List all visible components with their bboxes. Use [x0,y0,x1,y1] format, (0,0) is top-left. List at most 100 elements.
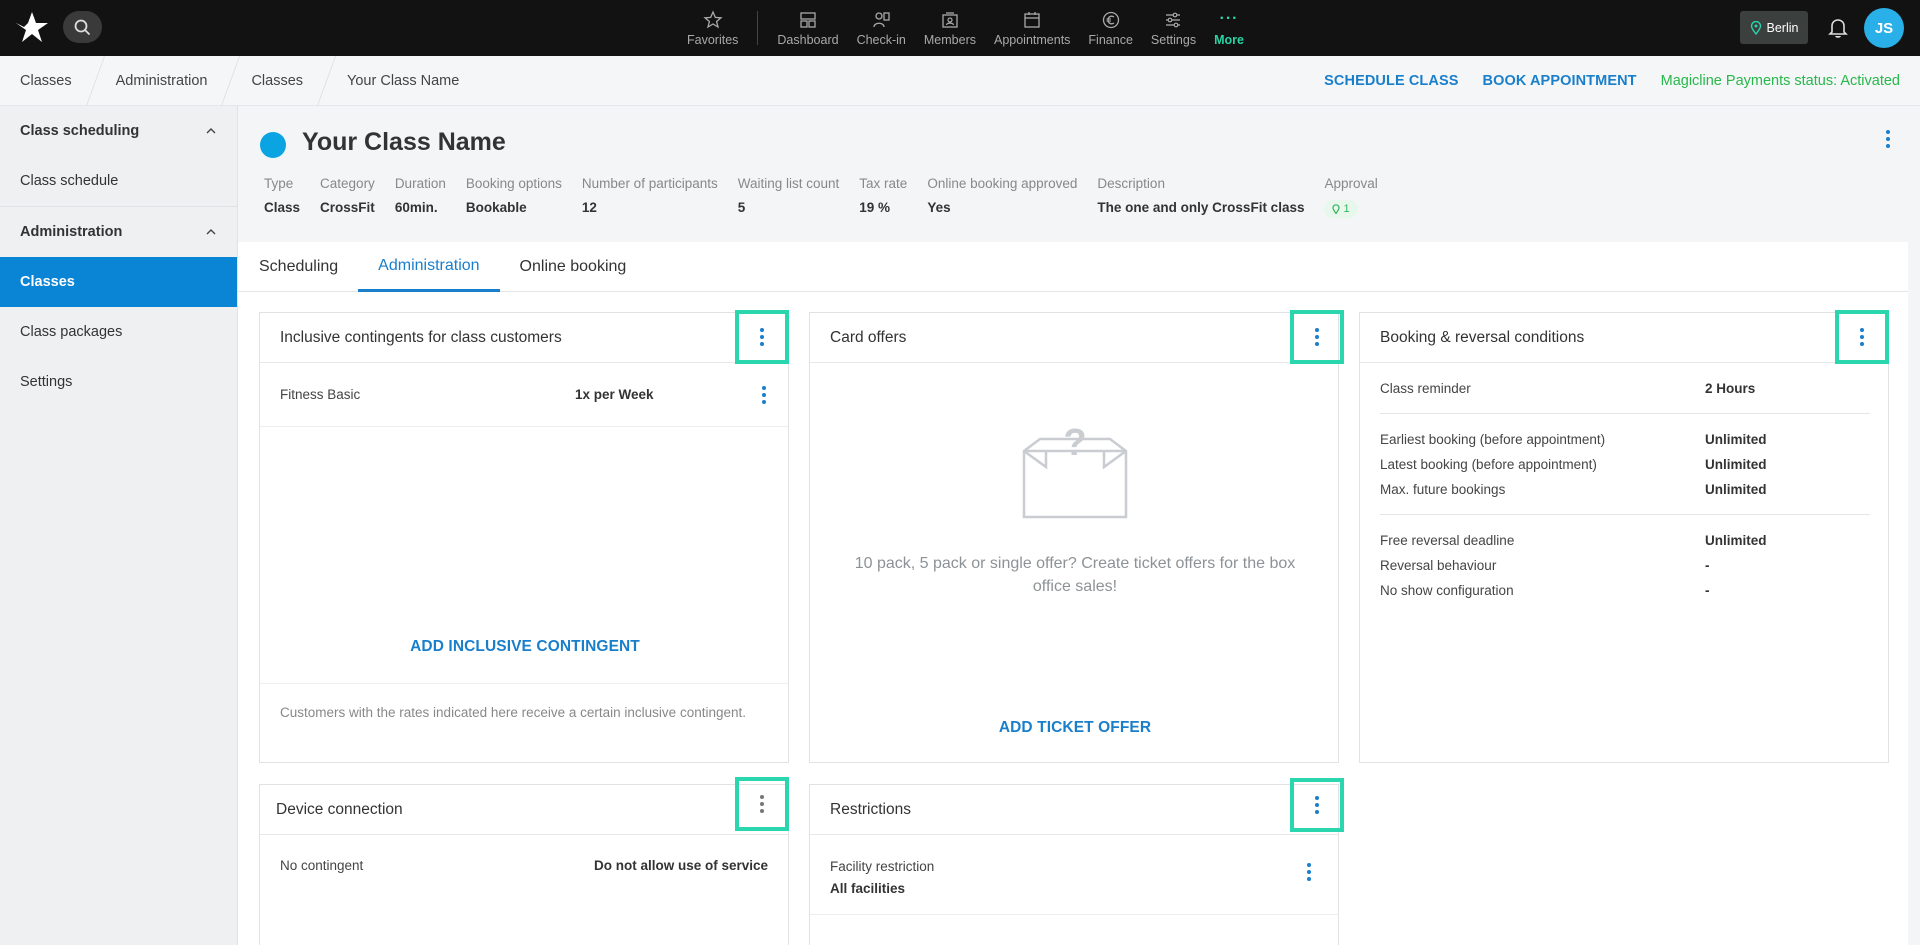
breadcrumb-item[interactable]: Classes [0,56,96,106]
contingent-name: Fitness Basic [280,387,361,402]
condition-value: Unlimited [1705,533,1767,548]
card-header: Device connection [260,777,789,835]
tab-administration[interactable]: Administration [358,242,500,292]
kebab-menu-icon [1860,328,1864,346]
nav-favorites[interactable]: Favorites [678,0,747,56]
sidebar-item-class-packages[interactable]: Class packages [0,307,237,357]
add-inclusive-contingent-button[interactable]: ADD INCLUSIVE CONTINGENT [260,638,790,656]
meta-key: Category [320,176,375,191]
condition-row: Class reminder 2 Hours [1380,376,1870,401]
condition-key: Reversal behaviour [1380,558,1497,573]
card-offers-options-button[interactable] [1290,310,1344,364]
members-icon [942,11,958,28]
class-options-button[interactable] [1876,124,1900,154]
location-label: Berlin [1766,20,1799,35]
meta-key: Tax rate [859,176,908,191]
calendar-icon [1024,11,1040,28]
meta-key: Type [264,176,294,191]
card-title: Device connection [276,800,403,818]
sidebar-group-administration[interactable]: Administration [0,207,237,257]
nav-dashboard[interactable]: Dashboard [768,0,847,56]
schedule-class-button[interactable]: SCHEDULE CLASS [1324,73,1458,89]
meta-key: Booking options [465,176,562,191]
nav-more[interactable]: ··· More [1205,0,1253,56]
list-item: Fitness Basic 1x per Week [260,363,788,427]
condition-value: 2 Hours [1705,381,1756,396]
condition-value: Unlimited [1705,482,1767,497]
star-logo-icon[interactable] [14,10,50,46]
book-appointment-button[interactable]: BOOK APPOINTMENT [1483,73,1637,89]
booking-options-button[interactable] [1835,310,1889,364]
breadcrumb-item[interactable]: Classes [231,56,327,106]
device-contingent-name: No contingent [280,857,364,873]
nav-finance[interactable]: Finance [1079,0,1141,56]
meta-approval: Approval 1 [1324,176,1378,218]
sidebar: Class scheduling Class schedule Administ… [0,106,238,945]
condition-value: Unlimited [1705,432,1767,447]
condition-value: - [1705,583,1710,598]
contingents-options-button[interactable] [735,310,789,364]
card-restrictions: Restrictions Facility restriction All fa… [809,778,1344,945]
sidebar-item-settings[interactable]: Settings [0,357,237,407]
meta-type: Type Class [264,176,300,218]
restrictions-options-button[interactable] [1290,778,1344,832]
meta-value: 60min. [394,200,438,215]
nav-members[interactable]: Members [915,0,985,56]
user-avatar[interactable]: JS [1864,8,1904,48]
approval-badge: 1 [1324,200,1358,218]
check-in-icon [873,11,890,27]
breadcrumb: Classes Administration Classes Your Clas… [0,56,483,106]
card-inclusive-contingents: Inclusive contingents for class customer… [259,310,790,763]
search-button[interactable] [63,11,102,43]
meta-value: CrossFit [320,200,375,215]
card-title: Restrictions [830,800,911,818]
card-header: Booking & reversal conditions [1360,310,1889,364]
contingent-value: 1x per Week [575,387,654,402]
meta-tax-rate: Tax rate 19 % [859,176,907,218]
nav-settings[interactable]: Settings [1142,0,1205,56]
payments-status: Magicline Payments status: Activated [1660,73,1900,89]
condition-row: Latest booking (before appointment) Unlim… [1380,452,1870,477]
condition-row: Max. future bookings Unlimited [1380,477,1870,502]
nav-check-in[interactable]: Check-in [848,0,915,56]
device-contingent-value: Do not allow use of service [593,857,768,873]
list-item: Facility restriction All facilities [810,835,1338,915]
breadcrumb-current: Your Class Name [347,73,460,89]
condition-key: Earliest booking (before appointment) [1380,432,1606,447]
meta-description: Description The one and only CrossFit cla… [1097,176,1304,218]
card-title: Card offers [830,328,907,346]
nav-divider [757,11,759,45]
meta-value: Yes [927,200,951,215]
nav-appointments[interactable]: Appointments [985,0,1079,56]
condition-divider [1380,413,1870,414]
dashboard-icon [800,11,816,28]
list-item: No contingent Do not allow use of servic… [260,835,788,895]
tab-online-booking[interactable]: Online booking [500,242,647,292]
nav-label: Dashboard [777,32,839,47]
meta-value: Bookable [465,200,527,215]
location-selector[interactable]: Berlin [1740,11,1808,44]
sidebar-group-class-scheduling[interactable]: Class scheduling [0,106,237,156]
meta-value: The one and only CrossFit class [1097,200,1305,215]
device-options-button[interactable] [735,777,789,831]
breadcrumb-item[interactable]: Administration [96,56,232,106]
tab-bar: Scheduling Administration Online booking [238,242,1908,292]
location-pin-icon [1750,20,1761,35]
notification-bell-icon[interactable] [1826,15,1850,39]
sidebar-item-class-schedule[interactable]: Class schedule [0,156,237,206]
meta-value: 19 % [859,200,891,215]
contingent-row-options-button[interactable] [762,386,766,404]
nav-label: Finance [1088,32,1133,47]
sidebar-group-label: Administration [20,224,123,240]
search-icon [74,19,91,35]
tab-scheduling[interactable]: Scheduling [259,242,358,292]
chevron-up-icon [206,128,216,134]
add-ticket-offer-button[interactable]: ADD TICKET OFFER [810,719,1340,737]
restriction-value: All facilities [830,881,906,896]
restriction-row-options-button[interactable] [1307,863,1311,881]
card-divider [260,683,788,684]
nav-label: More [1214,32,1244,47]
sidebar-group-label: Class scheduling [20,123,140,139]
administration-content: Inclusive contingents for class customer… [238,292,1908,945]
sidebar-item-classes[interactable]: Classes [0,257,237,307]
